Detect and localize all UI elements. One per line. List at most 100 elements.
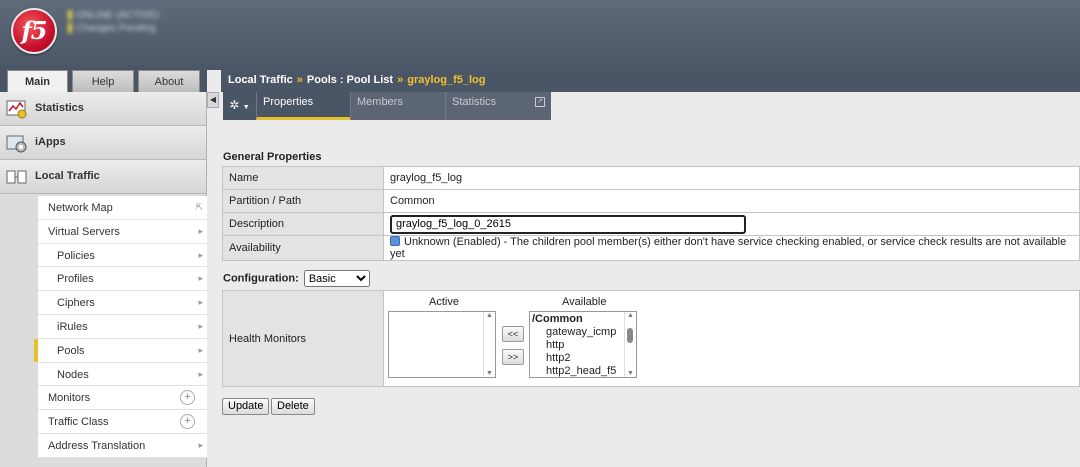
sidebar-section-local-traffic[interactable]: Local Traffic <box>0 160 206 194</box>
breadcrumb: Local Traffic» Pools : Pool List» graylog_… <box>221 70 1080 92</box>
name-label: Name <box>222 166 384 190</box>
gear-icon: ✲ <box>229 98 240 112</box>
list-item[interactable]: http2_head_f5 <box>546 365 616 377</box>
sidebar-section-statistics[interactable]: Statistics <box>0 92 206 126</box>
breadcrumb-local-traffic[interactable]: Local Traffic <box>228 74 293 86</box>
sidebar-item[interactable]: iRules ▸ <box>38 315 207 339</box>
sidebar-item[interactable]: Pools ▸ <box>34 338 207 363</box>
add-icon[interactable]: + <box>180 390 195 406</box>
tab-help[interactable]: Help <box>72 70 134 92</box>
available-monitors-list[interactable]: /Common gateway_icmp http http2 http2_he… <box>529 311 637 378</box>
sidebar-item-label: Pools <box>57 344 85 357</box>
scrollbar[interactable] <box>624 312 636 377</box>
availability-label: Availability <box>222 235 384 261</box>
breadcrumb-separator: » <box>296 74 303 86</box>
configuration-row: Configuration: Basic <box>223 270 370 287</box>
list-item[interactable]: http <box>546 339 564 351</box>
tab-about[interactable]: About <box>138 70 200 92</box>
status-line: Changes Pending <box>68 22 159 35</box>
move-right-button[interactable]: >> <box>502 349 524 365</box>
configuration-select[interactable]: Basic <box>303 270 370 287</box>
tab-members[interactable]: Members <box>350 92 445 120</box>
tab-statistics-label: Statistics <box>452 96 497 108</box>
breadcrumb-current: graylog_f5_log <box>407 74 486 86</box>
update-button[interactable]: Update <box>222 398 270 415</box>
name-value: graylog_f5_log <box>383 166 1080 190</box>
availability-value: Unknown (Enabled) - The children pool me… <box>390 236 1067 260</box>
sidebar-item-label: Address Translation <box>48 440 146 452</box>
sidebar-item-label: Monitors <box>48 392 91 405</box>
sidebar-item[interactable]: Traffic Class + <box>38 410 207 434</box>
device-status[interactable]: ONLINE (ACTIVE) Changes Pending <box>68 9 159 35</box>
chevron-right-icon: ▸ <box>198 249 203 260</box>
sidebar-gutter <box>0 194 38 467</box>
description-label: Description <box>222 212 384 236</box>
scrollbar[interactable] <box>483 312 495 377</box>
health-monitors-label: Health Monitors <box>222 290 384 387</box>
iapps-gear-icon <box>6 135 27 153</box>
tab-properties[interactable]: Properties <box>256 92 350 120</box>
left-tab-bar: Main Help About <box>0 70 207 93</box>
content-tab-bar: ✲ ▼ Properties Members Statistics ↗ <box>221 92 1080 120</box>
move-left-button[interactable]: << <box>502 326 524 342</box>
table-row: Health Monitors Active Available << >> /… <box>222 290 1080 387</box>
health-monitors-table: Health Monitors Active Available << >> /… <box>222 290 1080 387</box>
f5-logo[interactable]: f5 <box>11 8 57 54</box>
chevron-right-icon: ▸ <box>198 321 203 331</box>
sidebar-item-label: Profiles <box>57 273 94 286</box>
chevron-right-icon: ▸ <box>198 273 203 284</box>
sidebar: Statistics iApps Local Traffic Network M… <box>0 92 207 467</box>
chevron-right-icon: ▸ <box>198 368 203 379</box>
available-list-label: Available <box>562 296 607 308</box>
configuration-label: Configuration: <box>223 272 299 285</box>
chevron-right-icon: ▸ <box>198 440 203 450</box>
delete-button[interactable]: Delete <box>271 398 315 415</box>
health-monitors-editor: Active Available << >> /Common gateway_i… <box>383 290 1080 387</box>
sidebar-item[interactable]: Address Translation ▸ <box>38 434 207 458</box>
breadcrumb-separator: » <box>397 74 404 86</box>
tab-main[interactable]: Main <box>7 70 68 93</box>
tab-statistics[interactable]: Statistics ↗ <box>445 92 551 120</box>
statistics-chart-icon <box>6 100 27 119</box>
sidebar-item[interactable]: Virtual Servers ▸ <box>38 219 207 244</box>
sidebar-item-label: Ciphers <box>57 297 95 310</box>
add-icon[interactable]: + <box>180 414 195 430</box>
local-traffic-icon <box>6 170 27 184</box>
partition-value: Common <box>383 189 1080 213</box>
table-row: Description <box>222 212 1080 236</box>
gear-menu-button[interactable]: ✲ ▼ <box>223 92 256 120</box>
sidebar-section-label: iApps <box>35 136 66 148</box>
sidebar-item[interactable]: Policies ▸ <box>38 243 207 268</box>
sidebar-item[interactable]: Network Map ⇱ <box>38 196 207 220</box>
sidebar-item-label: iRules <box>57 321 88 333</box>
sidebar-item-label: Nodes <box>57 368 89 381</box>
sidebar-section-label: Statistics <box>35 102 84 114</box>
chevron-right-icon: ▸ <box>198 225 203 236</box>
status-line: ONLINE (ACTIVE) <box>68 9 159 22</box>
sidebar-item-label: Policies <box>57 249 95 262</box>
popout-icon: ↗ <box>535 97 545 107</box>
breadcrumb-pool-list[interactable]: Pools : Pool List <box>307 74 393 86</box>
sidebar-item-label: Virtual Servers <box>48 225 120 238</box>
top-banner: f5 ONLINE (ACTIVE) Changes Pending <box>0 0 1080 70</box>
status-unknown-icon <box>390 236 400 246</box>
sidebar-item[interactable]: Monitors + <box>38 386 207 411</box>
sidebar-item-label: Traffic Class <box>48 416 109 429</box>
active-list-label: Active <box>429 296 459 308</box>
table-row: Partition / Path Common <box>222 189 1080 213</box>
sidebar-section-iapps[interactable]: iApps <box>0 126 206 160</box>
sidebar-item[interactable]: Nodes ▸ <box>38 362 207 387</box>
sidebar-item[interactable]: Profiles ▸ <box>38 267 207 292</box>
chevron-down-icon: ▼ <box>242 104 250 111</box>
description-input[interactable] <box>390 214 746 234</box>
collapse-sidebar-button[interactable]: ◀ <box>207 92 219 108</box>
general-properties-heading: General Properties <box>223 151 322 163</box>
list-item[interactable]: gateway_icmp <box>546 326 616 338</box>
sidebar-item[interactable]: Ciphers ▸ <box>38 291 207 315</box>
scrollbar-thumb[interactable] <box>627 328 633 343</box>
list-item[interactable]: http2 <box>546 352 570 364</box>
list-group: /Common <box>532 313 583 325</box>
active-monitors-list[interactable] <box>388 311 496 378</box>
main-content: General Properties Name graylog_f5_log P… <box>221 120 1080 467</box>
sidebar-section-label: Local Traffic <box>35 170 100 182</box>
